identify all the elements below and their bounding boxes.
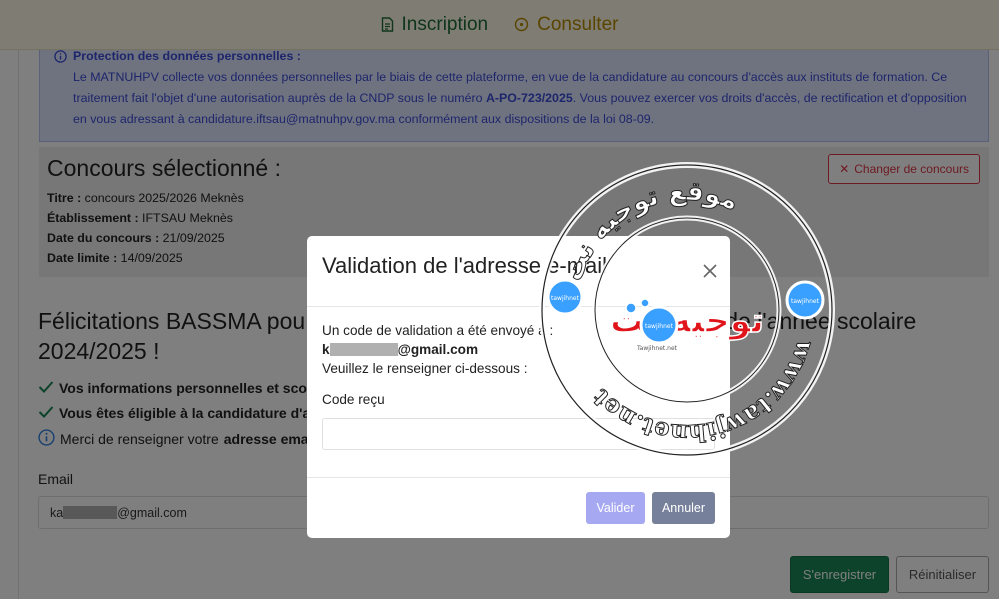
masked-email: k @gmail.com bbox=[322, 340, 717, 359]
modal-body: Un code de validation a été envoyé à : k… bbox=[322, 321, 717, 409]
code-label: Code reçu bbox=[322, 392, 385, 407]
modal-footer: Valider Annuler bbox=[307, 477, 730, 538]
sent-text: Un code de validation a été envoyé à : bbox=[322, 323, 554, 338]
annuler-button[interactable]: Annuler bbox=[652, 492, 715, 524]
modal-email-prefix: k bbox=[322, 342, 330, 357]
instruction-text: Veuillez le renseigner ci-dessous : bbox=[322, 361, 528, 376]
code-input[interactable] bbox=[322, 418, 715, 450]
valider-button[interactable]: Valider bbox=[586, 492, 645, 524]
modal-email-suffix: @gmail.com bbox=[397, 342, 479, 357]
modal-title: Validation de l'adresse e-mail bbox=[322, 253, 608, 278]
close-button[interactable] bbox=[702, 263, 718, 279]
email-validation-modal: Validation de l'adresse e-mail Un code d… bbox=[307, 236, 730, 538]
modal-header: Validation de l'adresse e-mail bbox=[307, 236, 730, 307]
close-icon bbox=[703, 264, 717, 278]
redacted-mask bbox=[329, 343, 398, 356]
